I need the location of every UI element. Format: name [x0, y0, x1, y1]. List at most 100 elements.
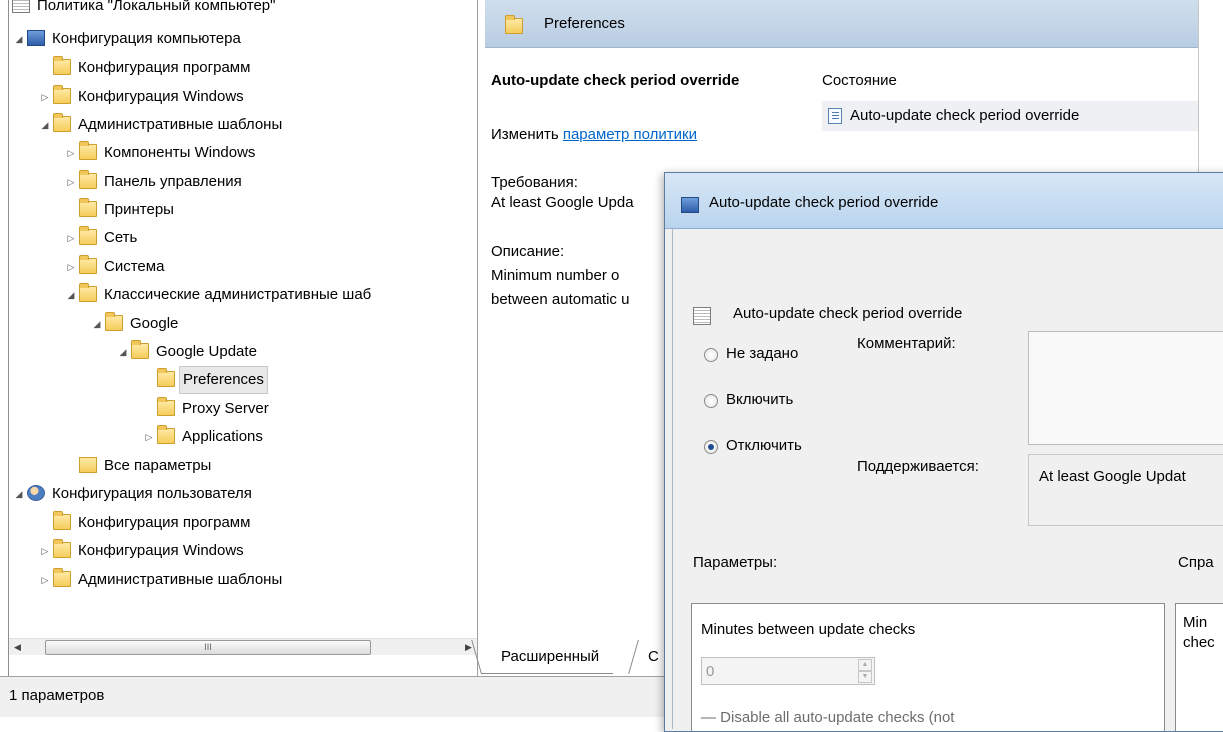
tree-item-label[interactable]: Конфигурация Windows	[75, 83, 247, 111]
radio-disable-circle[interactable]	[704, 440, 718, 454]
policy-icon	[12, 0, 30, 13]
policy-list-item[interactable]: Auto-update check period override	[822, 101, 1198, 131]
tree-item-label[interactable]: Все параметры	[101, 452, 214, 480]
folder-icon	[79, 170, 97, 189]
tree-item[interactable]: ◢ Конфигурация компьютера	[9, 25, 477, 53]
folder-icon	[131, 340, 149, 359]
policy-list-item-label: Auto-update check period override	[850, 107, 1080, 124]
radio-enable-circle[interactable]	[704, 394, 718, 408]
status-text: 1 параметров	[9, 687, 105, 704]
view-tabs: Расширенный С	[479, 640, 679, 674]
folder-icon	[53, 56, 71, 75]
minutes-stepper-value[interactable]: 0	[706, 663, 714, 680]
radio-disable-label[interactable]: Отключить	[726, 437, 802, 454]
comment-label: Комментарий:	[857, 335, 956, 352]
edit-policy-link[interactable]: параметр политики	[563, 126, 697, 143]
stepper-down-icon[interactable]: ▼	[858, 671, 872, 683]
scroll-left-button[interactable]: ◀	[9, 639, 26, 656]
tab-standard[interactable]: С	[628, 640, 664, 674]
help-text-line-1: Min	[1183, 614, 1208, 631]
tree-item[interactable]: Конфигурация программ	[9, 509, 477, 537]
tree-item-label[interactable]: Административные шаблоны	[75, 566, 285, 594]
collapse-arrow-icon[interactable]: ◢	[117, 338, 129, 366]
tree-item-label[interactable]: Принтеры	[101, 196, 177, 224]
tree-item[interactable]: ▷ Панель управления	[9, 168, 477, 196]
tree-item-label[interactable]: Панель управления	[101, 168, 245, 196]
tree-item-label[interactable]: Конфигурация программ	[75, 509, 253, 537]
tree-item[interactable]: ▷ Конфигурация Windows	[9, 83, 477, 111]
tree-item-label[interactable]: Политика "Локальный компьютер"	[34, 0, 278, 20]
stepper-up-icon[interactable]: ▲	[858, 659, 872, 671]
tree-item[interactable]: Конфигурация программ	[9, 54, 477, 82]
horizontal-scrollbar[interactable]: ◀ III ▶	[9, 638, 477, 655]
folder-icon	[105, 312, 123, 331]
expand-arrow-icon[interactable]: ▷	[65, 253, 77, 281]
expand-arrow-icon[interactable]: ▷	[39, 566, 51, 594]
collapse-arrow-icon[interactable]: ◢	[39, 111, 51, 139]
tree-item[interactable]: ◢ Google	[9, 310, 477, 338]
tree-item-label[interactable]: Google Update	[153, 338, 260, 366]
header-notch	[819, 48, 1199, 54]
tree-item-label[interactable]: Конфигурация программ	[75, 54, 253, 82]
dialog-body: Auto-update check period override Не зад…	[672, 229, 1223, 731]
tree-item-label[interactable]: Сеть	[101, 224, 140, 252]
tree-item[interactable]: ▷ Компоненты Windows	[9, 139, 477, 167]
expand-arrow-icon[interactable]: ▷	[65, 168, 77, 196]
tree-item[interactable]: ▷ Система	[9, 253, 477, 281]
tree-item-label[interactable]: Конфигурация компьютера	[49, 25, 244, 53]
help-label: Спра	[1178, 554, 1214, 571]
comment-textarea[interactable]	[1028, 331, 1223, 445]
tree-item[interactable]: ▷ Сеть	[9, 224, 477, 252]
expand-arrow-icon[interactable]: ▷	[39, 83, 51, 111]
folder-icon	[53, 85, 71, 104]
folder-icon	[79, 198, 97, 217]
help-text-line-2: chec	[1183, 634, 1215, 651]
scroll-thumb[interactable]: III	[45, 640, 371, 655]
tree-item-label[interactable]: Preferences	[179, 366, 268, 394]
tree-item[interactable]: ◢ Классические административные шаб	[9, 281, 477, 309]
policy-settings-dialog: Auto-update check period override Auto-u…	[664, 172, 1223, 732]
tree-item-label[interactable]: Proxy Server	[179, 395, 272, 423]
collapse-arrow-icon[interactable]: ◢	[13, 480, 25, 508]
tree-item[interactable]: ◢ Административные шаблоны	[9, 111, 477, 139]
expand-arrow-icon[interactable]: ▷	[39, 537, 51, 565]
radio-enable-label[interactable]: Включить	[726, 391, 793, 408]
tree-item[interactable]: ◢ Google Update	[9, 338, 477, 366]
expand-arrow-icon[interactable]: ▷	[65, 139, 77, 167]
help-panel: Min chec	[1175, 603, 1223, 731]
tree-item-label[interactable]: Система	[101, 253, 167, 281]
minutes-stepper[interactable]: 0 ▲ ▼	[701, 657, 875, 685]
requirements-value: At least Google Upda	[491, 194, 634, 211]
tree-item-label[interactable]: Конфигурация Windows	[75, 537, 247, 565]
dialog-title-bar[interactable]: Auto-update check period override	[665, 173, 1223, 229]
minutes-between-checks-label: Minutes between update checks	[701, 621, 916, 638]
tree-item[interactable]: ◢ Конфигурация пользователя	[9, 480, 477, 508]
disable-auto-update-checkbox[interactable]: — Disable all auto-update checks (not	[701, 709, 954, 726]
edit-prefix: Изменить	[491, 126, 563, 143]
expand-arrow-icon[interactable]: ▷	[143, 423, 155, 451]
details-header: Preferences	[485, 0, 1198, 48]
tree-item[interactable]: Все параметры	[9, 452, 477, 480]
tree-item[interactable]: ▷ Административные шаблоны	[9, 566, 477, 594]
tree-item[interactable]: Proxy Server	[9, 395, 477, 423]
expand-arrow-icon[interactable]: ▷	[65, 224, 77, 252]
radio-not-configured-label[interactable]: Не задано	[726, 345, 798, 362]
tree-item[interactable]: ▷ Конфигурация Windows	[9, 537, 477, 565]
radio-not-configured-circle[interactable]	[704, 348, 718, 362]
tree-item-label[interactable]: Applications	[179, 423, 266, 451]
tree-item-label[interactable]: Классические административные шаб	[101, 281, 374, 309]
collapse-arrow-icon[interactable]: ◢	[13, 25, 25, 53]
dialog-header-text: Auto-update check period override	[733, 305, 963, 322]
status-column-header[interactable]: Состояние	[822, 72, 897, 89]
tree-item-label[interactable]: Google	[127, 310, 181, 338]
collapse-arrow-icon[interactable]: ◢	[65, 281, 77, 309]
tree-item-label[interactable]: Административные шаблоны	[75, 111, 285, 139]
tree-item-label[interactable]: Конфигурация пользователя	[49, 480, 255, 508]
tree-item[interactable]: Политика "Локальный компьютер"	[9, 0, 477, 20]
collapse-arrow-icon[interactable]: ◢	[91, 310, 103, 338]
tab-extended[interactable]: Расширенный	[481, 640, 614, 674]
tree-item[interactable]: Preferences	[9, 366, 477, 394]
tree-item-label[interactable]: Компоненты Windows	[101, 139, 258, 167]
tree-item[interactable]: Принтеры	[9, 196, 477, 224]
tree-item[interactable]: ▷ Applications	[9, 423, 477, 451]
